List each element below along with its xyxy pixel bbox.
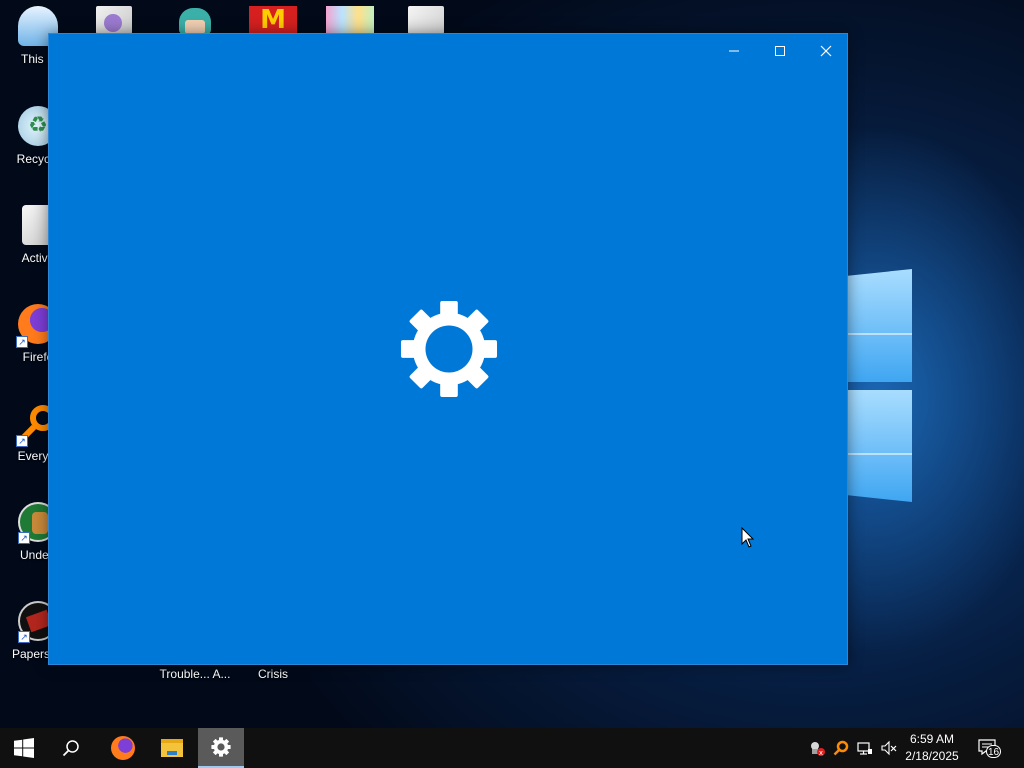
desktop-icon-label: Crisis bbox=[258, 667, 288, 681]
taskbar-firefox[interactable] bbox=[100, 728, 146, 768]
action-center-button[interactable]: 16 bbox=[972, 728, 1004, 768]
taskbar: x 6:59 AM 2/18/2025 16 bbox=[0, 728, 1024, 768]
taskbar-file-explorer[interactable] bbox=[149, 728, 195, 768]
svg-text:x: x bbox=[819, 749, 823, 756]
volume-muted-icon bbox=[881, 740, 897, 756]
taskbar-clock[interactable]: 6:59 AM 2/18/2025 bbox=[900, 731, 964, 765]
taskbar-settings[interactable] bbox=[198, 728, 244, 768]
tray-security-alert[interactable]: x bbox=[805, 728, 829, 768]
tray-everything[interactable] bbox=[829, 728, 853, 768]
windows-logo-icon bbox=[14, 738, 34, 758]
notification-count-badge: 16 bbox=[986, 745, 1002, 758]
close-button[interactable] bbox=[803, 34, 849, 66]
maximize-button[interactable] bbox=[757, 34, 803, 66]
clock-time: 6:59 AM bbox=[909, 732, 955, 746]
tray-network[interactable] bbox=[853, 728, 877, 768]
desktop-icon-top-4[interactable] bbox=[326, 6, 374, 34]
network-icon bbox=[857, 742, 872, 755]
search-button[interactable] bbox=[48, 728, 94, 768]
minimize-button[interactable] bbox=[711, 34, 757, 66]
firefox-icon bbox=[111, 736, 135, 760]
start-button[interactable] bbox=[0, 728, 48, 768]
wallpaper-windows-logo bbox=[848, 255, 914, 510]
clock-date: 2/18/2025 bbox=[905, 749, 959, 763]
mouse-cursor-icon bbox=[741, 527, 755, 548]
desktop-icon-label: Trouble... A... bbox=[159, 667, 231, 681]
settings-window[interactable] bbox=[48, 33, 848, 665]
desktop-icon-top-2[interactable] bbox=[173, 6, 217, 34]
tray-volume[interactable] bbox=[877, 728, 901, 768]
search-icon bbox=[62, 740, 79, 757]
desktop-icon-top-1[interactable] bbox=[96, 6, 132, 34]
settings-icon bbox=[211, 737, 231, 757]
desktop-icon-top-5[interactable] bbox=[408, 6, 444, 34]
file-explorer-icon bbox=[161, 739, 183, 757]
everything-search-icon bbox=[833, 740, 849, 756]
gear-icon bbox=[400, 300, 498, 398]
desktop-icon-top-3[interactable]: M bbox=[249, 6, 297, 34]
security-alert-icon: x bbox=[811, 742, 825, 756]
